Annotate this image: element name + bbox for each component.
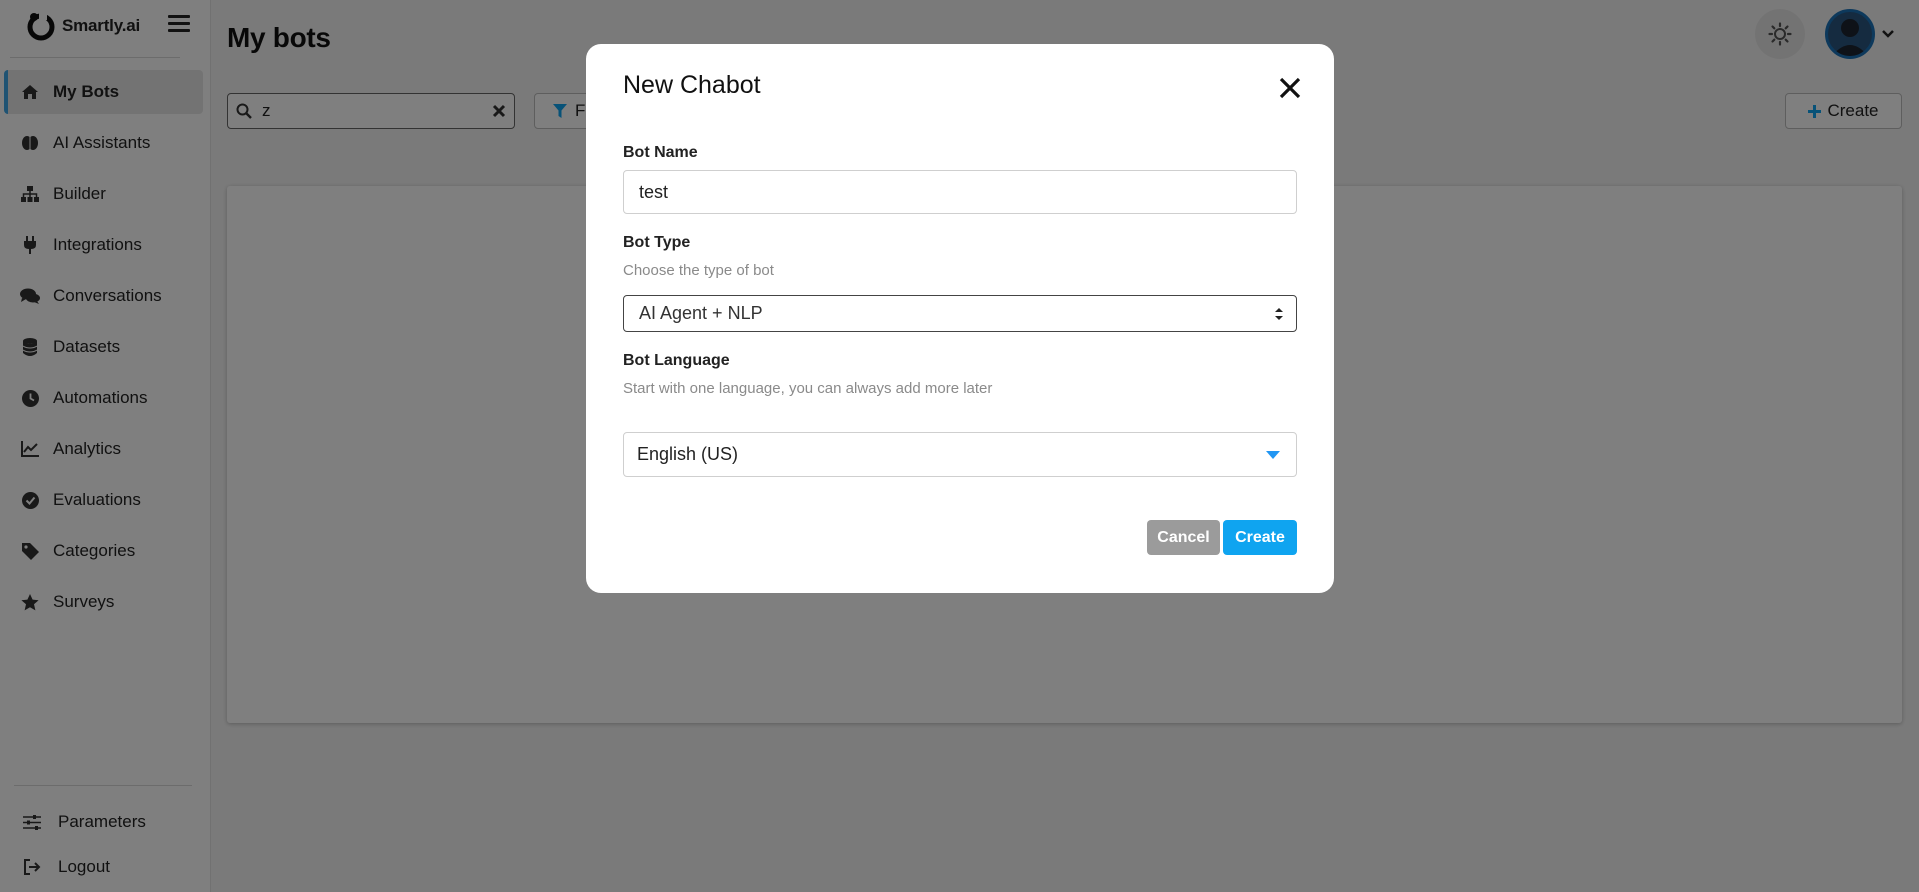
bot-type-value: AI Agent + NLP	[639, 303, 763, 323]
bot-language-hint: Start with one language, you can always …	[623, 380, 993, 397]
bot-type-label: Bot Type	[623, 234, 691, 251]
bot-name-input[interactable]	[623, 170, 1297, 214]
bot-type-select[interactable]: AI Agent + NLP	[623, 295, 1297, 332]
create-button[interactable]: Create	[1223, 520, 1297, 555]
close-icon	[1279, 77, 1301, 99]
bot-language-label: Bot Language	[623, 352, 730, 369]
bot-language-select[interactable]: English (US)	[623, 432, 1297, 477]
sort-arrows-icon	[1275, 308, 1283, 320]
caret-down-icon	[1266, 451, 1280, 459]
bot-name-label: Bot Name	[623, 144, 698, 161]
new-chatbot-dialog: New Chabot Bot Name Bot Type Choose the …	[586, 44, 1334, 593]
close-button[interactable]	[1272, 70, 1308, 106]
bot-language-value: English (US)	[637, 444, 739, 464]
dialog-title: New Chabot	[623, 71, 761, 99]
bot-type-hint: Choose the type of bot	[623, 262, 774, 279]
cancel-button[interactable]: Cancel	[1147, 520, 1220, 555]
